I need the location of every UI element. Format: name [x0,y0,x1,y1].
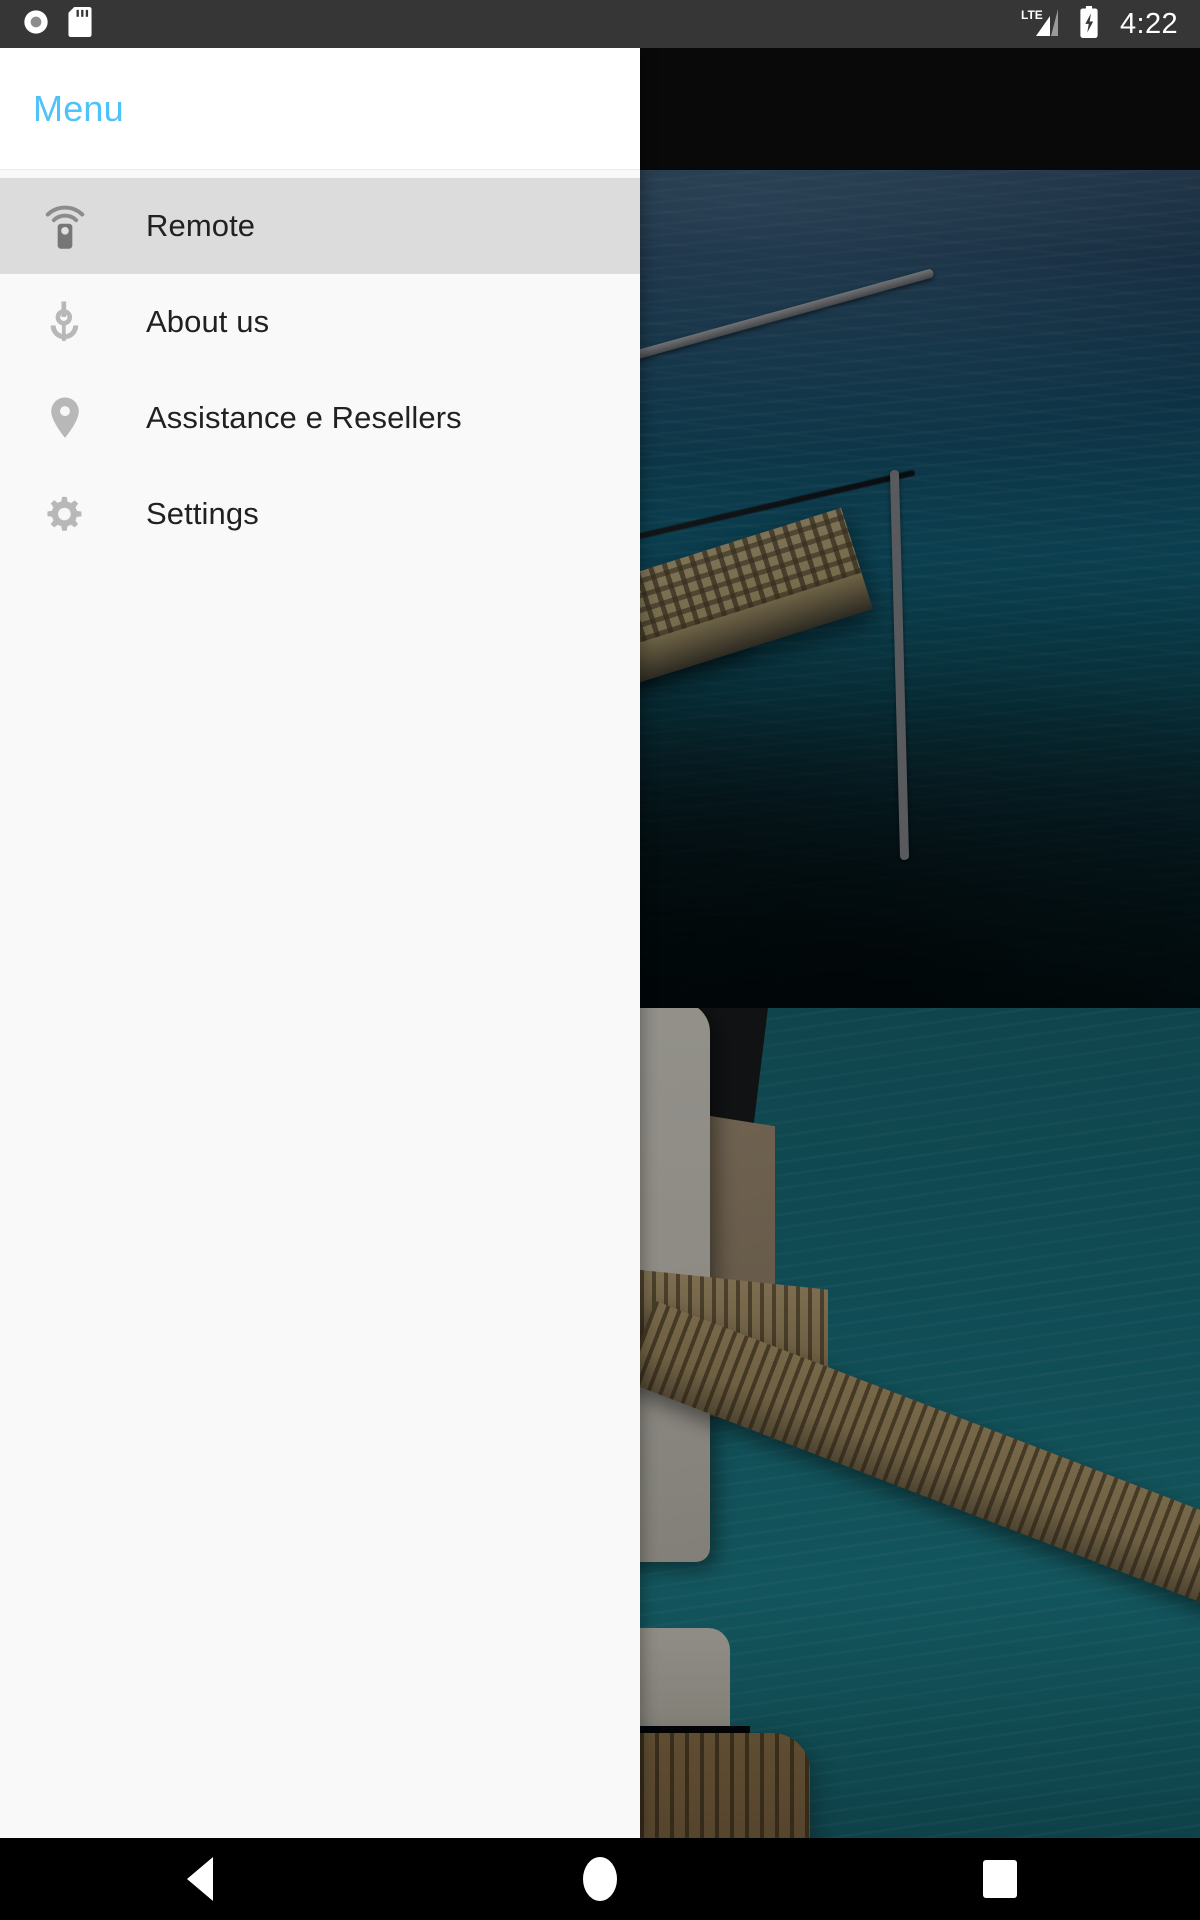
drawer-title: Menu [33,87,124,129]
system-navigation-bar [0,1838,1200,1920]
menu-item-label: Remote [146,208,256,243]
gear-icon [34,483,96,545]
drawer-menu-list: Remote About us Assistance e Resellers S… [0,170,640,1838]
menu-item-settings[interactable]: Settings [0,466,640,562]
home-circle-icon [583,1857,617,1901]
menu-item-label: Assistance e Resellers [146,400,462,435]
menu-item-assistance-resellers[interactable]: Assistance e Resellers [0,370,640,466]
signal-cellular-icon: LTE [1020,6,1064,43]
nav-back-button[interactable] [140,1838,260,1920]
recents-square-icon [983,1860,1017,1898]
status-bar-right-icons: LTE 4:22 [1020,5,1178,43]
status-bar-left-icons [22,6,92,42]
menu-item-label: About us [146,304,270,339]
clock-time: 4:22 [1119,7,1178,40]
status-bar: LTE 4:22 [0,0,1200,48]
menu-item-about-us[interactable]: About us [0,274,640,370]
back-triangle-icon [187,1857,213,1901]
menu-item-label: Settings [146,496,259,531]
menu-item-remote[interactable]: Remote [0,178,640,274]
nav-recents-button[interactable] [940,1838,1060,1920]
network-type-label: LTE [1021,8,1043,22]
nav-home-button[interactable] [540,1838,660,1920]
sd-card-icon [68,6,92,42]
location-pin-icon [34,387,96,449]
disc-icon [22,8,50,41]
remote-control-icon [34,195,96,257]
battery-charging-icon [1078,5,1100,43]
anchor-logo-icon [34,291,96,353]
drawer-header: Menu [0,48,640,170]
phone-screen: LTE 4:22 Menu Remote About us Assistance… [0,0,1200,1920]
navigation-drawer: Menu Remote About us Assistance e Resell… [0,48,640,1838]
